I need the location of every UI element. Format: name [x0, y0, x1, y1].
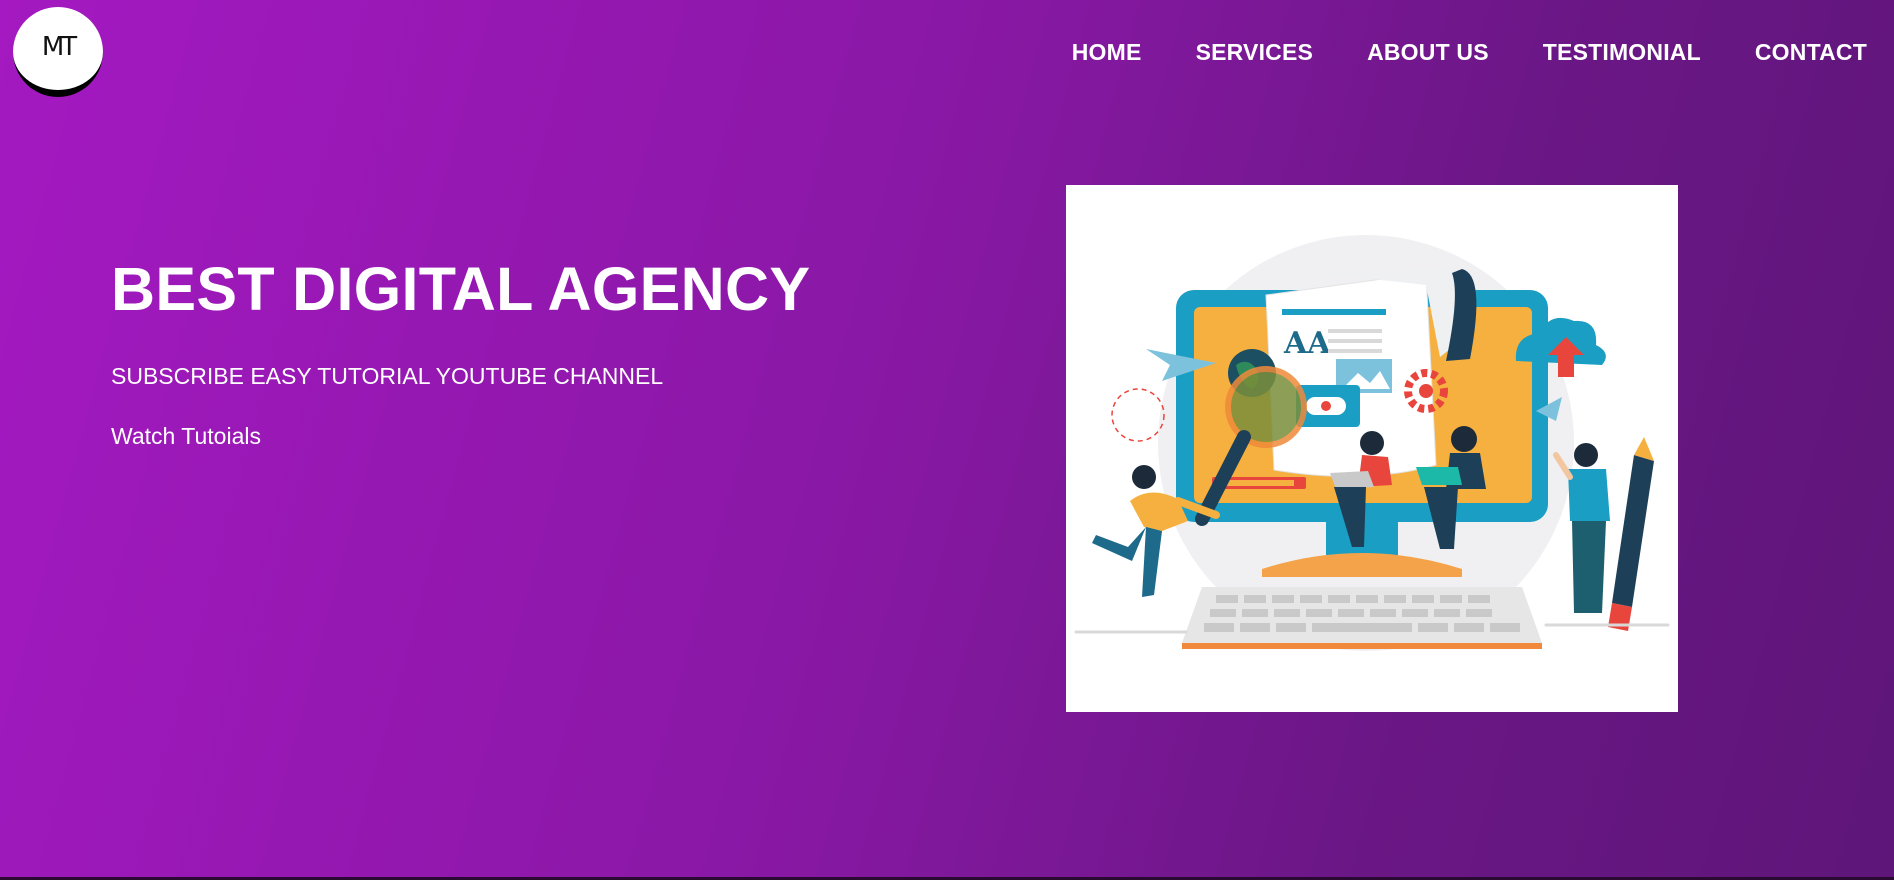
- logo[interactable]: MT: [13, 7, 103, 97]
- hero-subtitle: SUBSCRIBE EASY TUTORIAL YOUTUBE CHANNEL: [111, 363, 664, 389]
- nav-services[interactable]: SERVICES: [1196, 38, 1314, 66]
- nav-testimonial[interactable]: TESTIMONIAL: [1543, 38, 1701, 66]
- svg-text:AA: AA: [1283, 326, 1331, 361]
- digital-agency-illustration: AA: [1066, 185, 1678, 712]
- nav-home[interactable]: HOME: [1072, 38, 1142, 66]
- main-nav: HOME SERVICES ABOUT US TESTIMONIAL CONTA…: [1018, 38, 1867, 66]
- nav-about-us[interactable]: ABOUT US: [1367, 38, 1489, 66]
- watch-tutorials-link[interactable]: Watch Tutoials: [111, 422, 261, 450]
- logo-text: MT: [41, 31, 77, 62]
- hero-title: BEST DIGITAL AGENCY: [111, 255, 811, 323]
- nav-contact[interactable]: CONTACT: [1755, 38, 1867, 66]
